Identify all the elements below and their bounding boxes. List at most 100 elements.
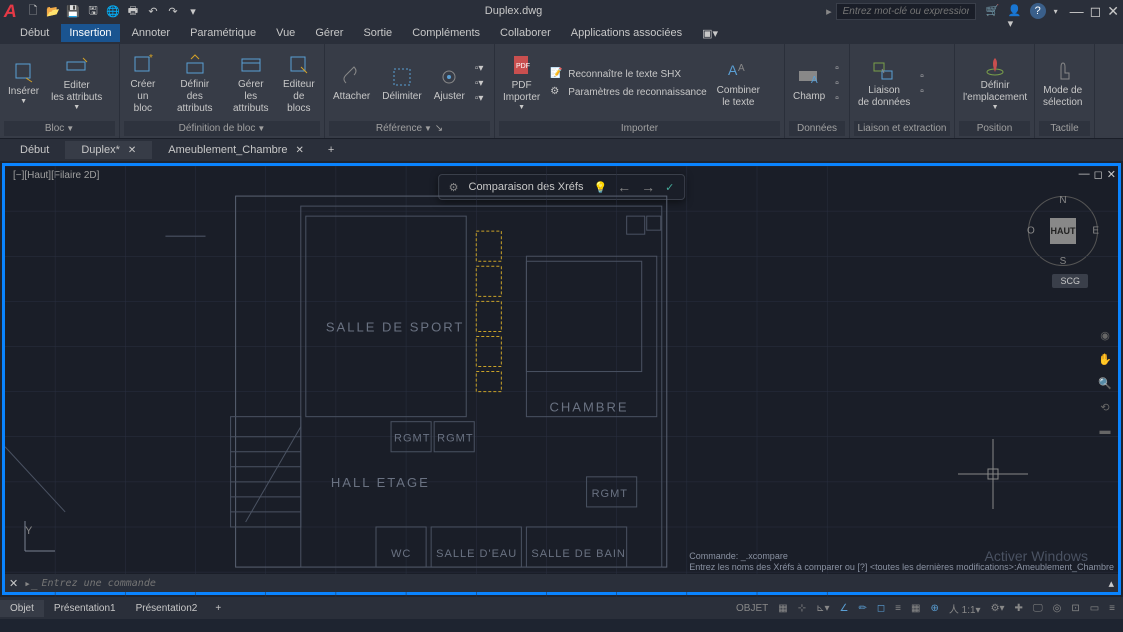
ortho-status-icon[interactable]: ⊾▾ — [812, 601, 833, 616]
svg-text:A: A — [811, 75, 818, 86]
add-file-tab-button[interactable]: + — [320, 141, 342, 159]
redo-icon[interactable]: ↷ — [165, 3, 181, 19]
menu-insertion[interactable]: Insertion — [61, 24, 119, 42]
annoscale-status-icon[interactable]: 人 1:1▾ — [945, 599, 985, 618]
status-objet-label[interactable]: OBJET — [732, 601, 772, 616]
cursor-crosshair — [958, 439, 1028, 512]
svg-text:PDF: PDF — [516, 63, 530, 70]
data-small-3[interactable]: ▫ — [833, 92, 841, 105]
menu-debut[interactable]: Début — [12, 24, 57, 42]
monitor-status-icon[interactable]: 🖵 — [1029, 601, 1047, 616]
menu-parametrique[interactable]: Paramétrique — [182, 24, 264, 42]
undo-icon[interactable]: ↶ — [145, 3, 161, 19]
svg-text:*: * — [149, 53, 153, 64]
link-small-1[interactable]: ▫ — [918, 70, 926, 83]
cart-icon[interactable]: 🛒 — [986, 4, 1000, 18]
layout-tab-pres2[interactable]: Présentation2 — [126, 600, 208, 617]
menu-collaborer[interactable]: Collaborer — [492, 24, 559, 42]
new-icon[interactable]: 🗋 — [25, 3, 41, 19]
cleanscreen-status-icon[interactable]: ▭ — [1086, 601, 1103, 616]
attach-button[interactable]: Attacher — [329, 63, 374, 105]
close-window-button[interactable]: ✕ — [1107, 3, 1119, 20]
data-link-button[interactable]: Liaison de données — [854, 57, 914, 111]
ref-small-2[interactable]: ▫▾ — [473, 77, 486, 90]
cycling-status-icon[interactable]: ⊕ — [926, 601, 942, 616]
data-small-1[interactable]: ▫ — [833, 62, 841, 75]
add-layout-button[interactable]: + — [207, 600, 229, 617]
svg-text:RGMT: RGMT — [394, 433, 430, 445]
restore-button[interactable]: ◻ — [1090, 3, 1102, 20]
plot-icon[interactable]: 🖶 — [125, 3, 141, 19]
annotation-status-icon[interactable]: ✚ — [1011, 601, 1027, 616]
cmd-close-icon[interactable]: ✕ — [9, 577, 18, 590]
link-small-2[interactable]: ▫ — [918, 85, 926, 98]
adjust-button[interactable]: Ajuster — [430, 63, 469, 105]
drawing-viewport[interactable]: [−][Haut][Filaire 2D] — ◻ ✕ ⚙ Comparaiso… — [2, 163, 1121, 595]
create-block-button[interactable]: *Créer un bloc — [124, 51, 162, 117]
customize-status-icon[interactable]: ≡ — [1105, 601, 1119, 616]
pdf-import-button[interactable]: PDFPDF Importer▼ — [499, 52, 544, 114]
block-editor-button[interactable]: Editeur de blocs — [278, 51, 320, 117]
menu-sortie[interactable]: Sortie — [355, 24, 400, 42]
transparency-status-icon[interactable]: ▦ — [907, 601, 924, 616]
menu-apps[interactable]: Applications associées — [563, 24, 690, 42]
grid-status-icon[interactable]: ▦ — [774, 601, 791, 616]
manage-attributes-button[interactable]: Gérer les attributs — [228, 51, 274, 117]
polar-status-icon[interactable]: ∠ — [836, 601, 853, 616]
drawing-canvas[interactable]: SALLE DE SPORT CHAMBRE RGMT RGMT RGMT HA… — [5, 166, 1118, 597]
menu-gerer[interactable]: Gérer — [307, 24, 351, 42]
clip-button[interactable]: Délimiter — [378, 63, 425, 105]
close-tab-icon[interactable]: ✕ — [296, 145, 304, 156]
svg-text:CHAMBRE: CHAMBRE — [549, 400, 628, 415]
qat-dropdown-icon[interactable]: ▾ — [185, 3, 201, 19]
cmd-up-icon[interactable]: ▴ — [1108, 577, 1114, 590]
menu-complements[interactable]: Compléments — [404, 24, 488, 42]
touch-mode-button[interactable]: Mode de sélection — [1039, 57, 1086, 111]
layout-tab-objet[interactable]: Objet — [0, 600, 44, 617]
svg-text:SALLE D'EAU: SALLE D'EAU — [436, 548, 517, 560]
file-tab-duplex[interactable]: Duplex*✕ — [65, 141, 152, 159]
isolate-status-icon[interactable]: ◎ — [1049, 601, 1066, 616]
edit-attributes-button[interactable]: Editer les attributs▼ — [47, 52, 106, 114]
workspace-status-icon[interactable]: ⚙▾ — [987, 601, 1009, 616]
web-icon[interactable]: 🌐 — [105, 3, 121, 19]
data-small-2[interactable]: ▫ — [833, 77, 841, 90]
account-icon[interactable]: 👤▾ — [1008, 4, 1022, 18]
svg-text:A: A — [738, 63, 745, 74]
help-search-input[interactable] — [836, 3, 976, 20]
recog-params-button[interactable]: ⚙Paramètres de reconnaissance — [548, 85, 708, 101]
panel-donnees-title: Données — [789, 121, 845, 136]
set-location-button[interactable]: Définir l'emplacement▼ — [959, 52, 1031, 114]
file-tab-ameublement[interactable]: Ameublement_Chambre✕ — [152, 141, 320, 159]
hardware-status-icon[interactable]: ⊡ — [1067, 601, 1083, 616]
svg-text:WC: WC — [391, 548, 411, 560]
panel-reference-title[interactable]: Référence▼ ↘ — [329, 121, 490, 136]
document-title: Duplex.dwg — [201, 5, 826, 17]
shx-button[interactable]: 📝Reconnaître le texte SHX — [548, 67, 708, 83]
menu-more-icon[interactable]: ▣▾ — [694, 24, 726, 43]
ref-small-1[interactable]: ▫▾ — [473, 62, 486, 75]
snap-status-icon[interactable]: ⊹ — [794, 601, 810, 616]
title-bar: A 🗋 📂 💾 🖫 🌐 🖶 ↶ ↷ ▾ Duplex.dwg ▸ 🛒 👤▾ ? … — [0, 0, 1123, 22]
osnap-status-icon[interactable]: ◻ — [873, 601, 889, 616]
menu-vue[interactable]: Vue — [268, 24, 303, 42]
insert-block-button[interactable]: Insérer▼ — [4, 58, 43, 108]
menu-annoter[interactable]: Annoter — [124, 24, 179, 42]
field-button[interactable]: AChamp — [789, 63, 829, 105]
open-icon[interactable]: 📂 — [45, 3, 61, 19]
lineweight-status-icon[interactable]: ≡ — [891, 601, 905, 616]
panel-defbloc-title[interactable]: Définition de bloc▼ — [124, 121, 320, 136]
panel-bloc-title[interactable]: Bloc▼ — [4, 121, 115, 136]
combine-text-button[interactable]: AACombiner le texte — [713, 57, 764, 111]
isodraft-status-icon[interactable]: ✏ — [854, 601, 870, 616]
saveas-icon[interactable]: 🖫 — [85, 3, 101, 19]
file-tab-debut[interactable]: Début — [4, 141, 65, 159]
save-icon[interactable]: 💾 — [65, 3, 81, 19]
close-tab-icon[interactable]: ✕ — [128, 145, 136, 156]
ref-small-3[interactable]: ▫▾ — [473, 92, 486, 105]
help-icon[interactable]: ? — [1030, 3, 1046, 19]
define-attributes-button[interactable]: Définir des attributs — [166, 51, 224, 117]
layout-tab-pres1[interactable]: Présentation1 — [44, 600, 126, 617]
command-input[interactable] — [41, 578, 1108, 589]
minimize-button[interactable]: — — [1070, 3, 1084, 20]
